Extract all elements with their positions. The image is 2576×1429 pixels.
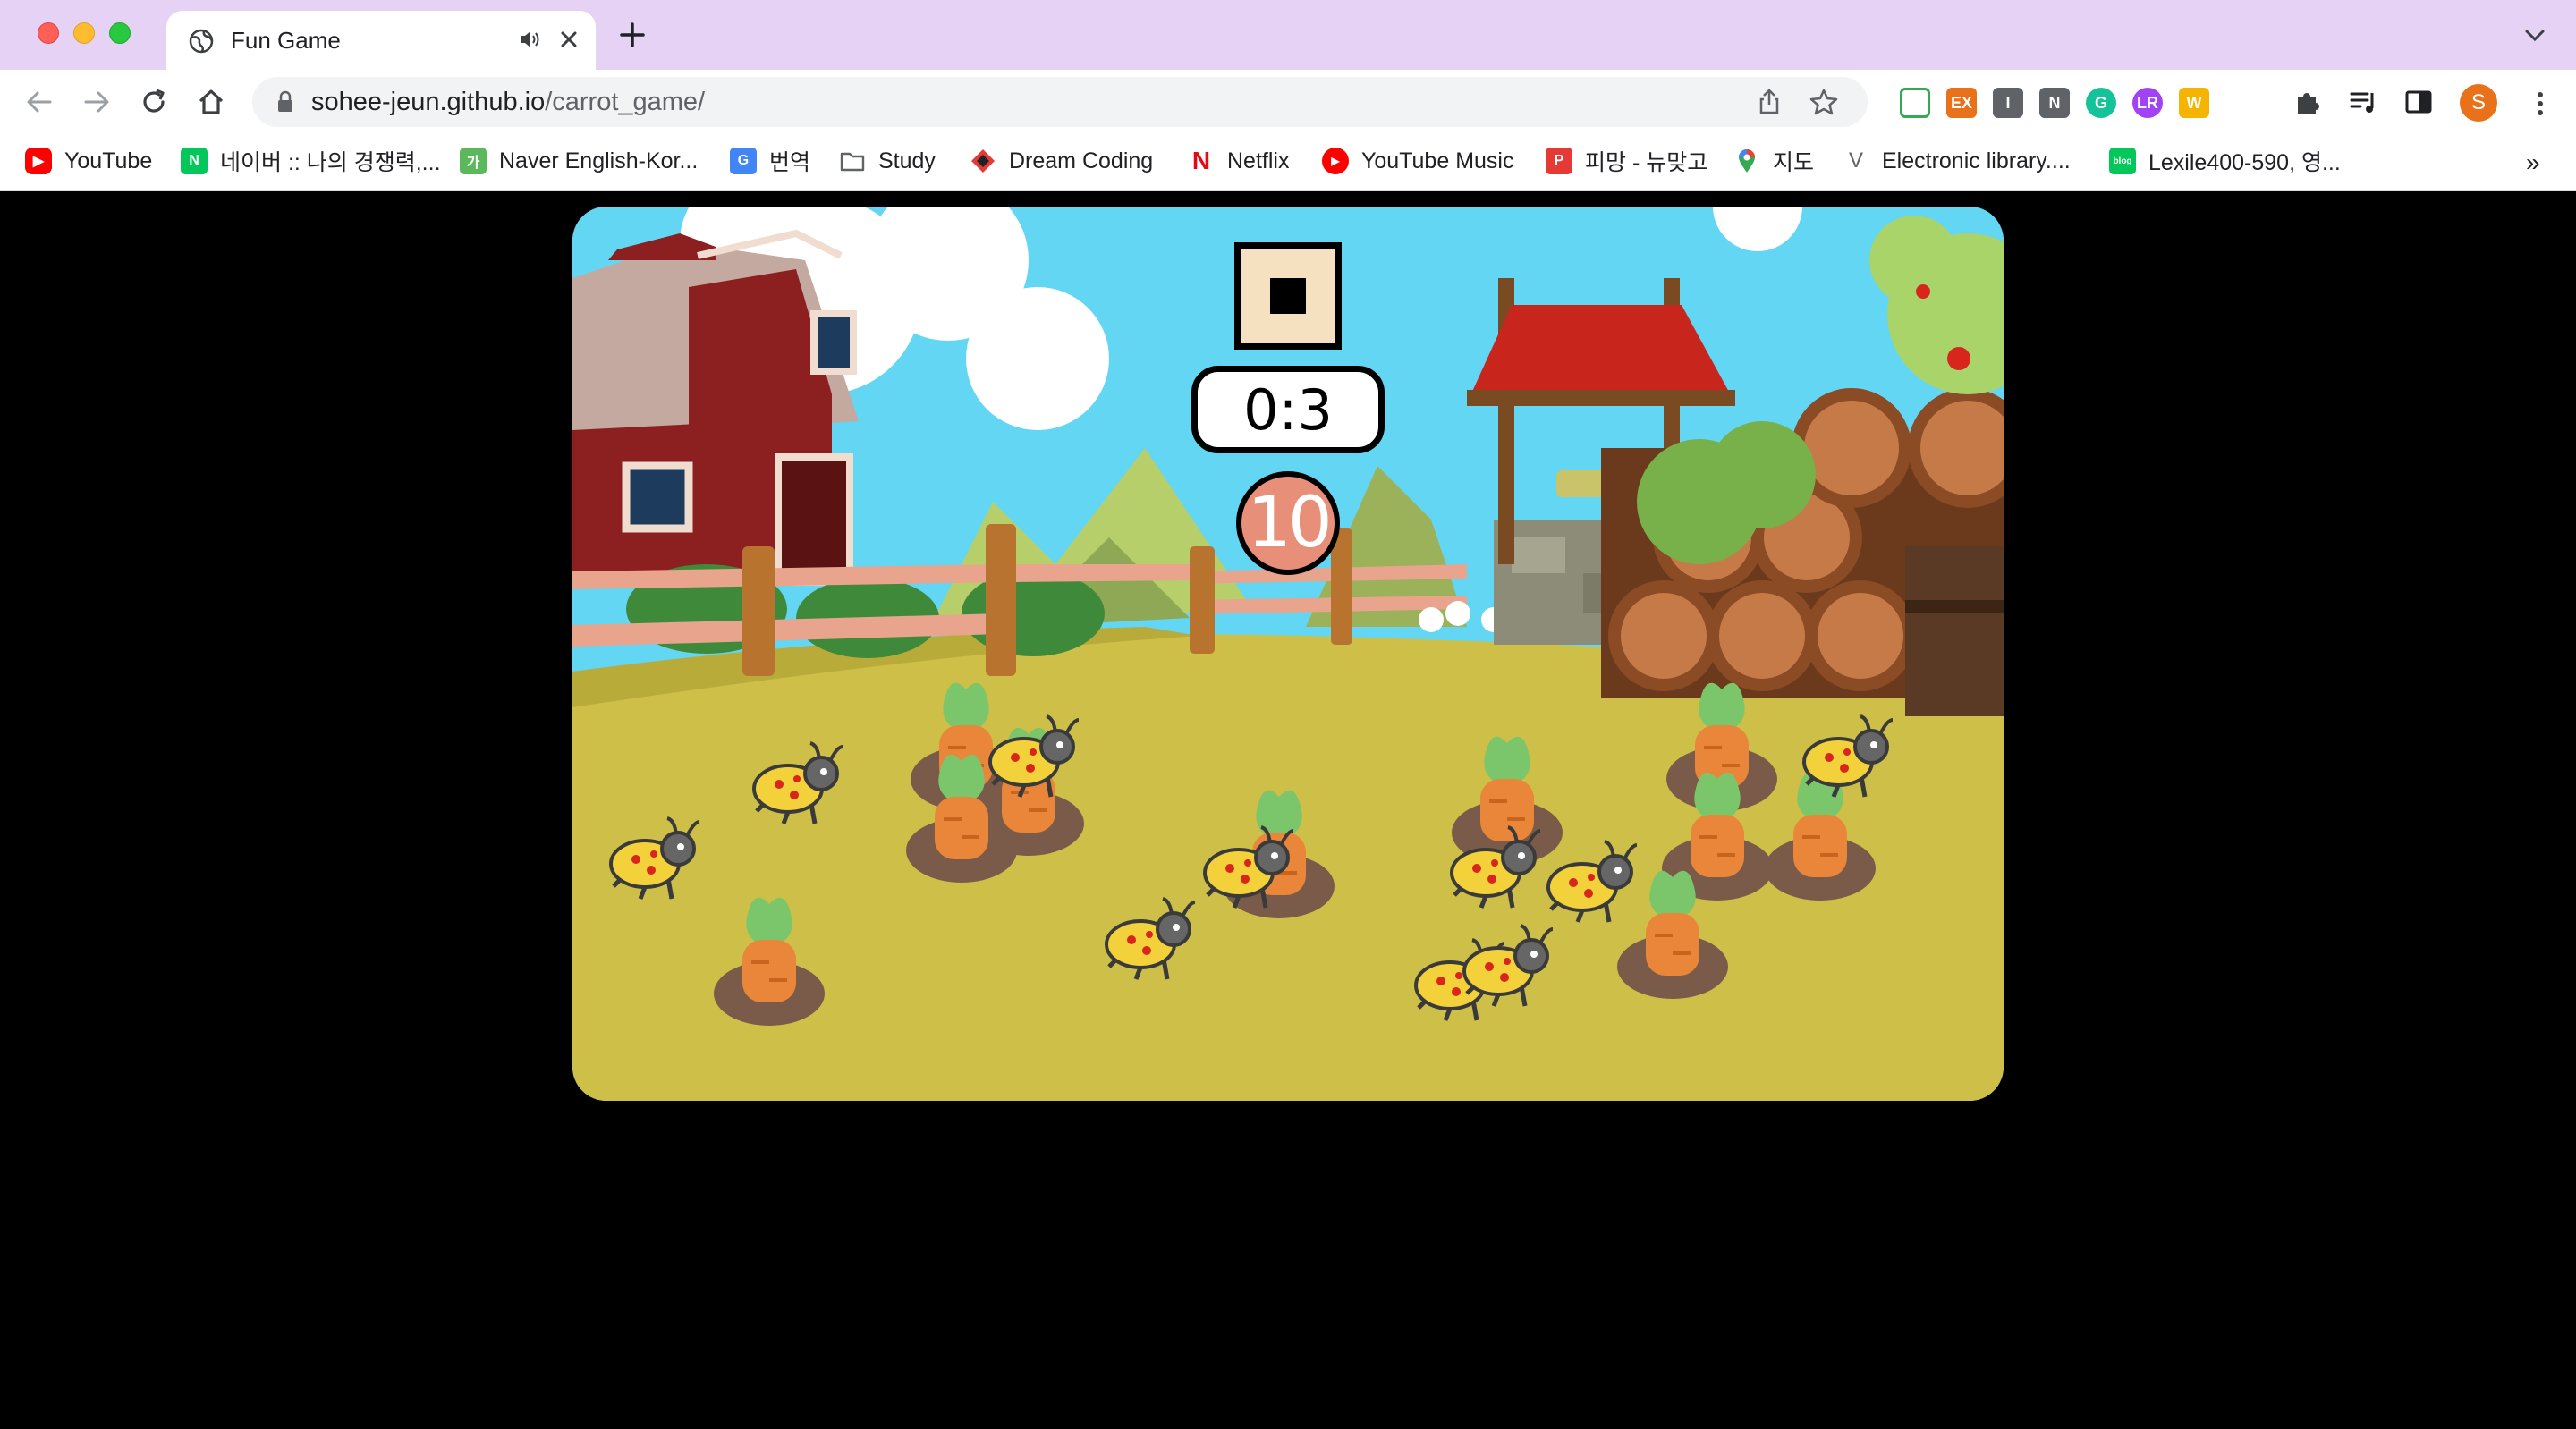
lock-icon[interactable]	[275, 90, 295, 114]
stop-button[interactable]	[1234, 242, 1342, 350]
minimize-window-button[interactable]	[73, 22, 95, 44]
url-host: sohee-jeun.github.io	[311, 88, 546, 116]
game-field[interactable]: 0:3 10	[572, 207, 2004, 1101]
youtube-music-icon: ▶	[1322, 148, 1349, 174]
extension-grammarly-icon[interactable]: G	[2086, 88, 2116, 118]
bookmark-youtube[interactable]: ▶ YouTube	[25, 143, 152, 179]
bookmark-label: 지도	[1773, 150, 1815, 175]
more-bookmarks-button[interactable]: »	[2526, 148, 2540, 177]
share-icon[interactable]	[1755, 88, 1784, 116]
dream-coding-icon	[971, 149, 995, 173]
extension-lr-icon[interactable]: LR	[2132, 88, 2163, 118]
bookmark-label: YouTube Music	[1361, 148, 1514, 173]
bookmark-label: Electronic library....	[1882, 148, 2071, 173]
extension-monitor-icon[interactable]	[1900, 88, 1930, 118]
speaker-icon[interactable]	[517, 27, 542, 52]
bug[interactable]	[1798, 713, 1896, 802]
tab-active[interactable]: Fun Game	[166, 11, 596, 70]
forward-arrow-icon[interactable]	[80, 86, 113, 118]
pmang-icon: P	[1546, 148, 1572, 174]
bookmark-translate[interactable]: G 번역	[730, 143, 810, 179]
browser-toolbar: sohee-jeun.github.io/carrot_game/ EX I N G L…	[0, 70, 2576, 134]
bookmark-youtube-music[interactable]: ▶ YouTube Music	[1322, 143, 1513, 179]
bookmark-label: Netflix	[1227, 148, 1290, 173]
reload-icon[interactable]	[138, 86, 170, 118]
new-tab-icon[interactable]	[619, 21, 646, 48]
bookmark-label: YouTube	[64, 148, 153, 173]
stop-icon	[1270, 278, 1306, 314]
bookmarks-bar: ▶ YouTube N 네이버 :: 나의 경쟁력,... 가 Naver En…	[0, 134, 2576, 191]
media-control-icon[interactable]	[2347, 86, 2379, 118]
bookmark-naver-english[interactable]: 가 Naver English-Kor...	[460, 143, 698, 179]
netflix-icon: N	[1191, 147, 1211, 174]
bookmark-naver[interactable]: N 네이버 :: 나의 경쟁력,...	[181, 143, 441, 179]
bookmark-label: 번역	[769, 150, 811, 175]
side-panel-icon[interactable]	[2402, 86, 2435, 118]
bug[interactable]	[748, 740, 846, 829]
bookmark-label: Naver English-Kor...	[499, 148, 699, 173]
close-tab-icon[interactable]	[555, 25, 583, 54]
more-menu-icon[interactable]	[2524, 88, 2556, 120]
bookmark-label: Study	[878, 148, 936, 173]
youtube-icon: ▶	[25, 148, 52, 174]
bookmark-lexile[interactable]: blog Lexile400-590, 영...	[2109, 143, 2341, 179]
bookmark-electronic-library[interactable]: V Electronic library....	[1843, 143, 2071, 179]
extension-w-icon[interactable]: W	[2179, 88, 2209, 118]
url-path: /carrot_game/	[545, 88, 706, 116]
bug[interactable]	[1199, 824, 1297, 913]
globe-icon	[189, 29, 214, 54]
bookmark-pmang[interactable]: P 피망 - 뉴맞고	[1546, 143, 1707, 179]
bookmark-study-folder[interactable]: Study	[839, 143, 936, 179]
tab-strip: Fun Game	[0, 0, 2576, 70]
chevron-down-icon[interactable]	[2522, 25, 2547, 47]
url-text: sohee-jeun.github.io/carrot_game/	[311, 88, 705, 117]
game-timer: 0:3	[1191, 366, 1385, 453]
address-bar[interactable]: sohee-jeun.github.io/carrot_game/	[252, 77, 1868, 127]
back-arrow-icon[interactable]	[23, 86, 55, 118]
bookmark-label: Dream Coding	[1009, 148, 1154, 173]
bookmark-label: 네이버 :: 나의 경쟁력,...	[220, 150, 441, 175]
bookmark-dream-coding[interactable]: Dream Coding	[970, 143, 1153, 179]
library-icon: V	[1848, 148, 1863, 173]
naver-dictionary-icon: 가	[460, 148, 487, 174]
bookmark-maps[interactable]: 지도	[1733, 143, 1814, 179]
google-maps-icon	[1739, 149, 1755, 173]
extension-ex-icon[interactable]: EX	[1946, 88, 1977, 118]
carrot-counter: 10	[1236, 471, 1340, 575]
extension-i-icon[interactable]: I	[1993, 88, 2023, 118]
page-viewport: 0:3 10	[0, 192, 2576, 1429]
google-translate-icon: G	[730, 148, 757, 174]
bug[interactable]	[1445, 824, 1544, 913]
bug[interactable]	[1542, 838, 1640, 927]
bookmark-star-icon[interactable]	[1809, 87, 1839, 117]
extension-n-icon[interactable]: N	[2039, 88, 2070, 118]
bookmark-label: 피망 - 뉴맞고	[1585, 150, 1708, 175]
bug[interactable]	[1100, 895, 1199, 985]
bug[interactable]	[1458, 922, 1556, 1011]
blog-icon: blog	[2109, 148, 2136, 174]
bug[interactable]	[605, 815, 703, 904]
bookmark-netflix[interactable]: N Netflix	[1188, 143, 1290, 179]
close-window-button[interactable]	[38, 22, 59, 44]
fullscreen-window-button[interactable]	[109, 22, 131, 44]
folder-icon	[840, 152, 865, 172]
carrot[interactable]	[707, 886, 832, 1029]
bookmark-label: Lexile400-590, 영...	[2148, 150, 2341, 175]
home-icon[interactable]	[195, 86, 227, 118]
bug[interactable]	[984, 713, 1082, 802]
tab-title: Fun Game	[231, 27, 341, 54]
naver-icon: N	[181, 148, 208, 174]
profile-avatar[interactable]: S	[2460, 84, 2497, 122]
puzzle-icon[interactable]	[2292, 86, 2324, 118]
